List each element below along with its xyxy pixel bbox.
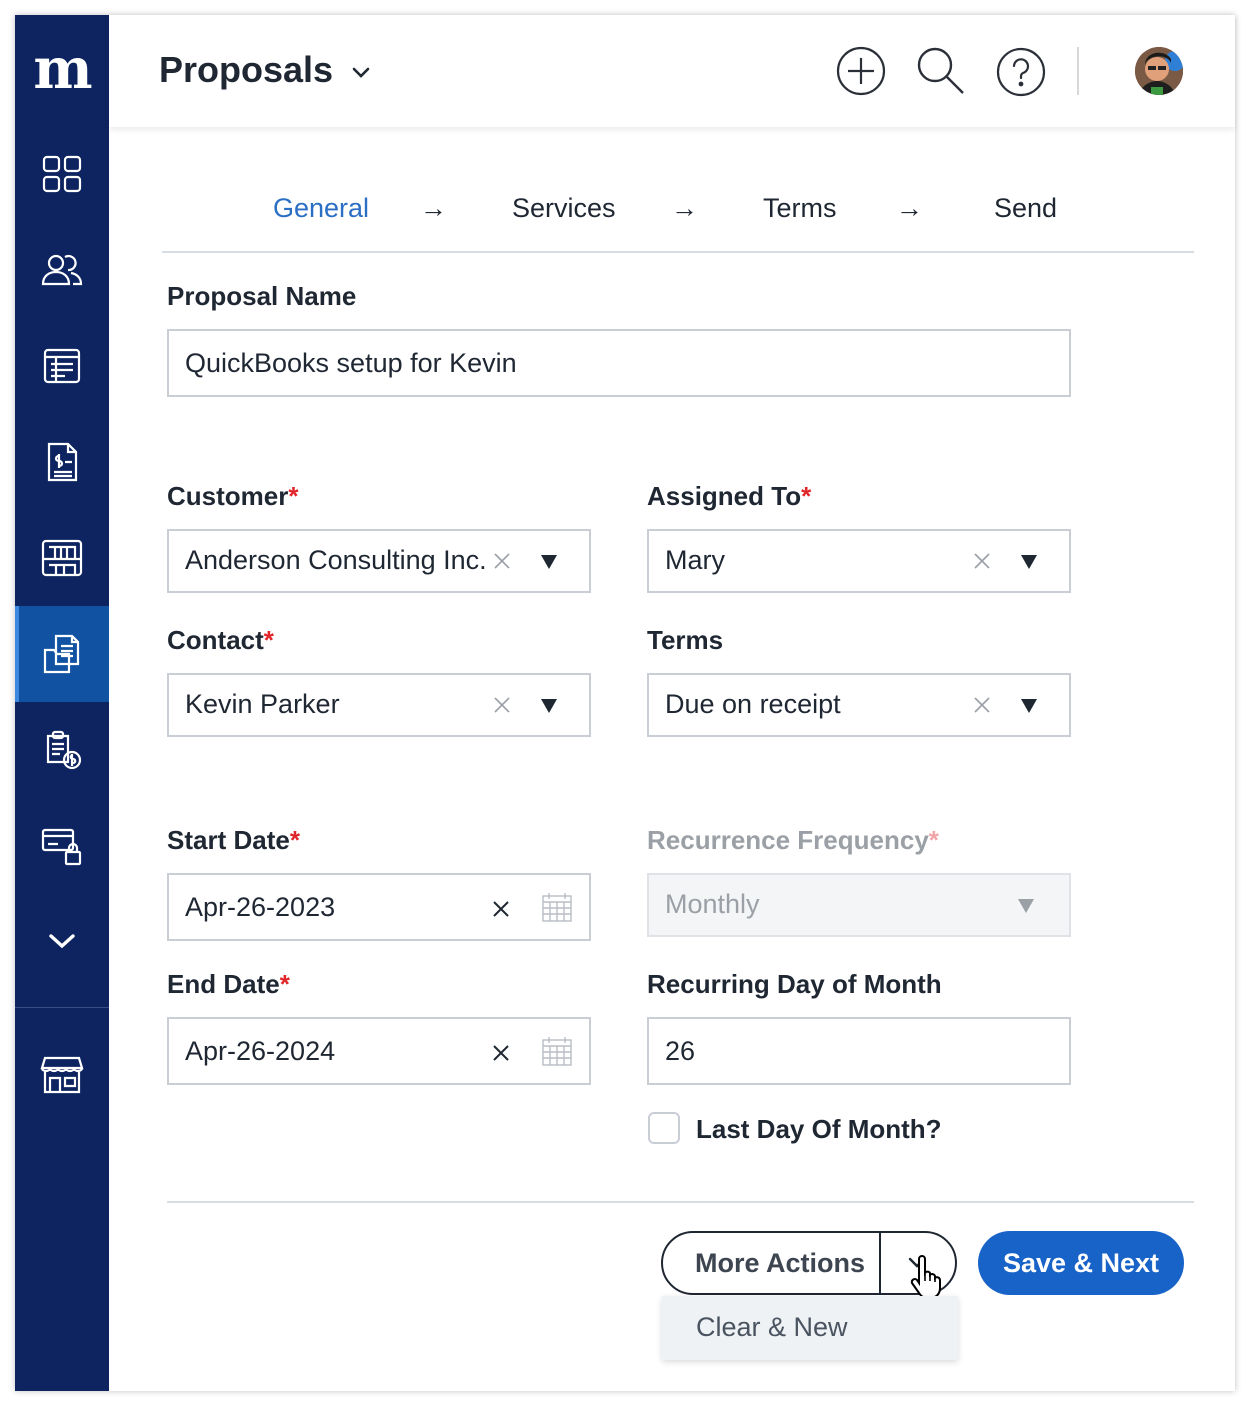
- app-window: m Proposals General → Services → Terms →…: [15, 15, 1235, 1391]
- terms-value: Due on receipt: [665, 689, 841, 719]
- sidebar-item-dashboard[interactable]: [15, 126, 109, 222]
- clear-icon[interactable]: [972, 695, 992, 715]
- proposal-name-input[interactable]: QuickBooks setup for Kevin: [167, 329, 1071, 397]
- required-marker: *: [263, 625, 274, 655]
- end-date-label: End Date*: [167, 969, 290, 999]
- secure-payment-icon: [41, 828, 82, 866]
- sidebar-item-list[interactable]: [15, 318, 109, 414]
- clear-icon[interactable]: [492, 695, 512, 715]
- sidebar-item-store[interactable]: [15, 1026, 109, 1122]
- customer-label: Customer*: [167, 481, 299, 511]
- step-send[interactable]: Send: [994, 193, 1057, 224]
- assigned-to-value: Mary: [665, 545, 725, 575]
- proposals-icon: [43, 634, 80, 674]
- step-arrow: →: [896, 193, 923, 223]
- recurrence-frequency-select: Monthly: [647, 873, 1071, 937]
- invoice-icon: [47, 442, 78, 482]
- sidebar-item-proposals[interactable]: [15, 606, 109, 702]
- customers-icon: [41, 254, 83, 286]
- more-actions-menu: Clear & New: [662, 1296, 958, 1360]
- user-avatar[interactable]: [1135, 47, 1183, 95]
- help-icon[interactable]: [995, 45, 1047, 97]
- more-actions-button[interactable]: More Actions: [695, 1248, 865, 1279]
- assigned-to-label: Assigned To*: [647, 481, 812, 511]
- last-day-checkbox[interactable]: [648, 1112, 680, 1144]
- calendar-icon[interactable]: [541, 1035, 573, 1067]
- clear-icon[interactable]: [491, 1043, 511, 1063]
- sidebar-item-customers[interactable]: [15, 222, 109, 318]
- recurring-day-input[interactable]: 26: [647, 1017, 1071, 1085]
- recurring-day-label: Recurring Day of Month: [647, 969, 942, 999]
- recurring-day-value: 26: [665, 1036, 696, 1066]
- sidebar-divider: [15, 1007, 109, 1008]
- step-terms[interactable]: Terms: [763, 193, 837, 224]
- search-icon[interactable]: [915, 45, 967, 97]
- dashboard-icon: [42, 155, 82, 193]
- start-date-input[interactable]: Apr-26-2023: [167, 873, 591, 941]
- proposal-name-value: QuickBooks setup for Kevin: [185, 348, 517, 378]
- app-logo[interactable]: m: [29, 41, 95, 97]
- top-header: Proposals: [109, 15, 1235, 127]
- avatar-image: [1135, 47, 1183, 95]
- recurrence-frequency-value: Monthly: [665, 889, 760, 919]
- clear-icon[interactable]: [972, 551, 992, 571]
- page-title: Proposals: [159, 49, 334, 90]
- list-icon: [43, 348, 81, 384]
- required-marker: *: [279, 969, 290, 999]
- customer-select[interactable]: Anderson Consulting Inc.: [167, 529, 591, 593]
- proposal-name-label: Proposal Name: [167, 281, 357, 311]
- dropdown-caret-icon: [1018, 899, 1034, 913]
- sidebar-item-services[interactable]: [15, 510, 109, 606]
- contact-select[interactable]: Kevin Parker: [167, 673, 591, 737]
- end-date-input[interactable]: Apr-26-2024: [167, 1017, 591, 1085]
- required-marker: *: [289, 825, 300, 855]
- recurrence-frequency-label: Recurrence Frequency*: [647, 825, 939, 855]
- customer-value: Anderson Consulting Inc.: [185, 545, 487, 575]
- calendar-icon[interactable]: [541, 891, 573, 923]
- sidebar-item-payments[interactable]: [15, 798, 109, 894]
- expand-chevron-icon: [49, 934, 75, 949]
- terms-label: Terms: [647, 625, 724, 655]
- footer-divider: [167, 1201, 1194, 1203]
- end-date-value: Apr-26-2024: [185, 1036, 336, 1066]
- step-arrow: →: [671, 193, 698, 223]
- dropdown-caret-icon[interactable]: [1021, 699, 1037, 713]
- sidebar-item-billing[interactable]: [15, 702, 109, 798]
- add-icon[interactable]: [835, 45, 887, 97]
- required-marker: *: [288, 481, 299, 511]
- last-day-label[interactable]: Last Day Of Month?: [696, 1114, 942, 1145]
- dropdown-caret-icon[interactable]: [1021, 555, 1037, 569]
- sidebar-expand[interactable]: [15, 894, 109, 990]
- billing-clipboard-icon: [46, 730, 82, 770]
- start-date-label: Start Date*: [167, 825, 300, 855]
- dropdown-caret-icon[interactable]: [541, 555, 557, 569]
- contact-value: Kevin Parker: [185, 689, 340, 719]
- header-divider: [1077, 47, 1079, 95]
- required-marker: *: [801, 481, 812, 511]
- step-services[interactable]: Services: [512, 193, 616, 224]
- clear-icon[interactable]: [491, 899, 511, 919]
- clear-icon[interactable]: [492, 551, 512, 571]
- required-marker: *: [928, 825, 939, 855]
- contact-label: Contact*: [167, 625, 274, 655]
- services-icon: [41, 539, 83, 577]
- dropdown-caret-icon[interactable]: [541, 699, 557, 713]
- save-next-button[interactable]: Save & Next: [978, 1231, 1184, 1295]
- start-date-value: Apr-26-2023: [185, 892, 336, 922]
- progress-steps: General → Services → Terms → Send: [162, 193, 1194, 253]
- hand-pointer-cursor-icon: [910, 1255, 941, 1299]
- step-general[interactable]: General: [273, 193, 369, 224]
- terms-select[interactable]: Due on receipt: [647, 673, 1071, 737]
- step-arrow: →: [420, 193, 447, 223]
- sidebar: m: [15, 15, 109, 1391]
- store-icon: [40, 1056, 84, 1094]
- chevron-down-icon[interactable]: [349, 61, 373, 85]
- menu-item-clear-new[interactable]: Clear & New: [696, 1312, 848, 1343]
- assigned-to-select[interactable]: Mary: [647, 529, 1071, 593]
- sidebar-item-invoices[interactable]: [15, 414, 109, 510]
